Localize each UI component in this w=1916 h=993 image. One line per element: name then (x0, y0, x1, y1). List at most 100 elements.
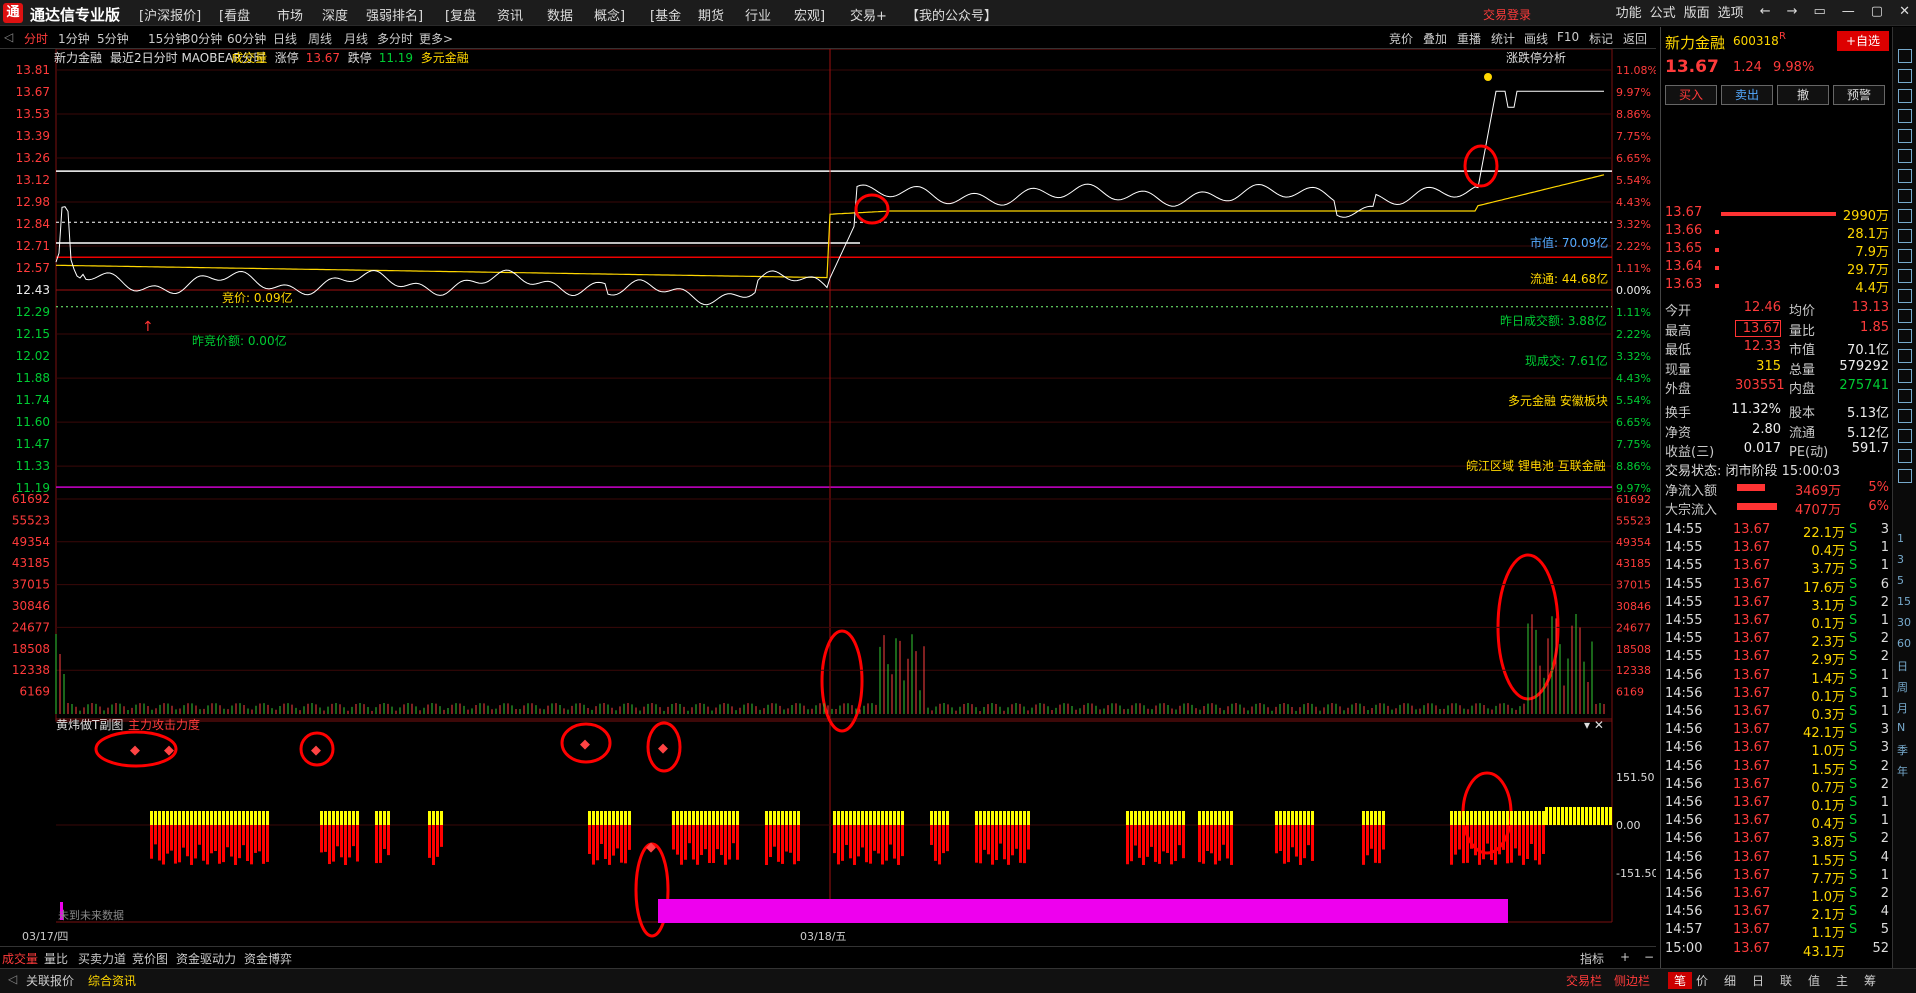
period-0[interactable]: 分时 (24, 30, 48, 47)
side-period-icon[interactable]: 月 (1897, 700, 1908, 716)
trade-bar-tab[interactable]: 交易栏 (1566, 972, 1602, 989)
indicator-button[interactable]: 指标 (1580, 950, 1604, 967)
forward-icon[interactable]: → (1787, 4, 1798, 19)
menu-item-12[interactable]: 宏观] (794, 5, 825, 24)
intraday-chart[interactable]: 新力金融 最近2日分时 MAOBEAR分时成交量 涨停 13.67 跌停 11.19 多元金… (0, 49, 1656, 946)
back-icon[interactable]: ← (1760, 4, 1771, 19)
period-6[interactable]: 日线 (273, 30, 297, 47)
period-1[interactable]: 1分钟 (58, 30, 90, 47)
close-icon[interactable]: ✕ (1899, 4, 1910, 19)
period-3[interactable]: 15分钟 (148, 30, 187, 47)
tool-0[interactable]: 竞价 (1389, 30, 1413, 47)
side-tool-icon[interactable] (1898, 189, 1912, 203)
status-tab-4[interactable]: 资金驱动力 (176, 950, 236, 967)
side-tool-icon[interactable] (1898, 149, 1912, 163)
side-tool-icon[interactable] (1898, 469, 1912, 483)
panel-toggle-icon[interactable]: ◁ (4, 30, 13, 44)
period-2[interactable]: 5分钟 (97, 30, 129, 47)
trade-button-0[interactable]: 买入 (1665, 85, 1717, 105)
right-menu-3[interactable]: 选项 (1718, 2, 1744, 21)
maximize-icon[interactable]: ▢ (1871, 4, 1883, 19)
tool-5[interactable]: F10 (1557, 30, 1579, 44)
tool-7[interactable]: 返回 (1623, 30, 1647, 47)
side-tool-icon[interactable] (1898, 129, 1912, 143)
tool-6[interactable]: 标记 (1589, 30, 1613, 47)
side-tool-icon[interactable] (1898, 289, 1912, 303)
trade-button-3[interactable]: 预警 (1833, 85, 1885, 105)
restore-icon[interactable]: ▭ (1814, 4, 1826, 19)
menu-item-6[interactable]: 资讯 (497, 5, 523, 24)
trade-button-1[interactable]: 卖出 (1721, 85, 1773, 105)
period-4[interactable]: 30分钟 (183, 30, 222, 47)
detail-tab-2[interactable]: 细 (1724, 972, 1736, 989)
side-tool-icon[interactable] (1898, 349, 1912, 363)
side-period-icon[interactable]: 1 (1897, 532, 1904, 545)
news-tab[interactable]: 综合资讯 (88, 972, 136, 989)
related-quote-tab[interactable]: 关联报价 (26, 972, 74, 989)
tool-1[interactable]: 叠加 (1423, 30, 1447, 47)
period-7[interactable]: 周线 (308, 30, 332, 47)
side-period-icon[interactable]: 30 (1897, 616, 1911, 629)
side-tool-icon[interactable] (1898, 49, 1912, 63)
side-period-icon[interactable]: 周 (1897, 679, 1908, 695)
status-tab-2[interactable]: 买卖力道 (78, 950, 126, 967)
side-period-icon[interactable]: 日 (1897, 658, 1908, 674)
detail-tab-6[interactable]: 主 (1836, 972, 1848, 989)
side-period-icon[interactable]: 5 (1897, 574, 1904, 587)
login-link[interactable]: 交易登录 (1483, 6, 1531, 23)
menu-item-11[interactable]: 行业 (745, 5, 771, 24)
side-tool-icon[interactable] (1898, 369, 1912, 383)
side-tool-icon[interactable] (1898, 389, 1912, 403)
limit-analysis-link[interactable]: 涨跌停分析 (1506, 50, 1566, 65)
side-tool-icon[interactable] (1898, 429, 1912, 443)
side-period-icon[interactable]: 季 (1897, 742, 1908, 758)
menu-item-10[interactable]: 期货 (698, 5, 724, 24)
tool-4[interactable]: 画线 (1524, 30, 1548, 47)
status-tab-3[interactable]: 竞价图 (132, 950, 168, 967)
menu-item-13[interactable]: 交易+ (850, 5, 887, 24)
detail-tab-0[interactable]: 笔 (1668, 972, 1693, 989)
menu-item-2[interactable]: 市场 (277, 5, 303, 24)
remove-icon[interactable]: − (1644, 950, 1654, 964)
tool-3[interactable]: 统计 (1491, 30, 1515, 47)
side-tool-icon[interactable] (1898, 249, 1912, 263)
trade-button-2[interactable]: 撤 (1777, 85, 1829, 105)
side-period-icon[interactable]: 年 (1897, 763, 1908, 779)
side-tool-icon[interactable] (1898, 209, 1912, 223)
status-tab-1[interactable]: 量比 (44, 950, 68, 967)
side-period-icon[interactable]: 60 (1897, 637, 1911, 650)
detail-tab-1[interactable]: 价 (1696, 972, 1708, 989)
indicator-menu-icon[interactable]: ▾ ✕ (1584, 718, 1604, 732)
side-tool-icon[interactable] (1898, 269, 1912, 283)
status-tab-0[interactable]: 成交量 (2, 950, 38, 967)
detail-tab-3[interactable]: 日 (1752, 972, 1764, 989)
side-period-icon[interactable]: 3 (1897, 553, 1904, 566)
side-tool-icon[interactable] (1898, 409, 1912, 423)
menu-item-9[interactable]: [基金 (650, 5, 681, 24)
period-10[interactable]: 更多> (419, 30, 453, 47)
add-favorite-button[interactable]: +自选 (1837, 31, 1889, 51)
side-tool-icon[interactable] (1898, 329, 1912, 343)
right-menu-1[interactable]: 公式 (1650, 2, 1676, 21)
side-bar-tab[interactable]: 侧边栏 (1614, 972, 1650, 989)
side-tool-icon[interactable] (1898, 169, 1912, 183)
side-tool-icon[interactable] (1898, 89, 1912, 103)
period-8[interactable]: 月线 (344, 30, 368, 47)
menu-item-4[interactable]: 强弱排名] (366, 5, 423, 24)
side-period-icon[interactable]: 15 (1897, 595, 1911, 608)
minimize-icon[interactable]: — (1842, 4, 1855, 19)
menu-item-0[interactable]: [沪深报价] (139, 5, 201, 24)
menu-item-7[interactable]: 数据 (547, 5, 573, 24)
right-menu-2[interactable]: 版面 (1684, 2, 1710, 21)
menu-item-5[interactable]: [复盘 (445, 5, 476, 24)
menu-item-3[interactable]: 深度 (322, 5, 348, 24)
side-tool-icon[interactable] (1898, 229, 1912, 243)
tool-2[interactable]: 重播 (1457, 30, 1481, 47)
period-5[interactable]: 60分钟 (227, 30, 266, 47)
side-period-icon[interactable]: N (1897, 721, 1905, 734)
right-menu-0[interactable]: 功能 (1616, 2, 1642, 21)
side-tool-icon[interactable] (1898, 69, 1912, 83)
side-tool-icon[interactable] (1898, 109, 1912, 123)
side-tool-icon[interactable] (1898, 309, 1912, 323)
menu-item-14[interactable]: 【我的公众号】 (906, 5, 997, 24)
